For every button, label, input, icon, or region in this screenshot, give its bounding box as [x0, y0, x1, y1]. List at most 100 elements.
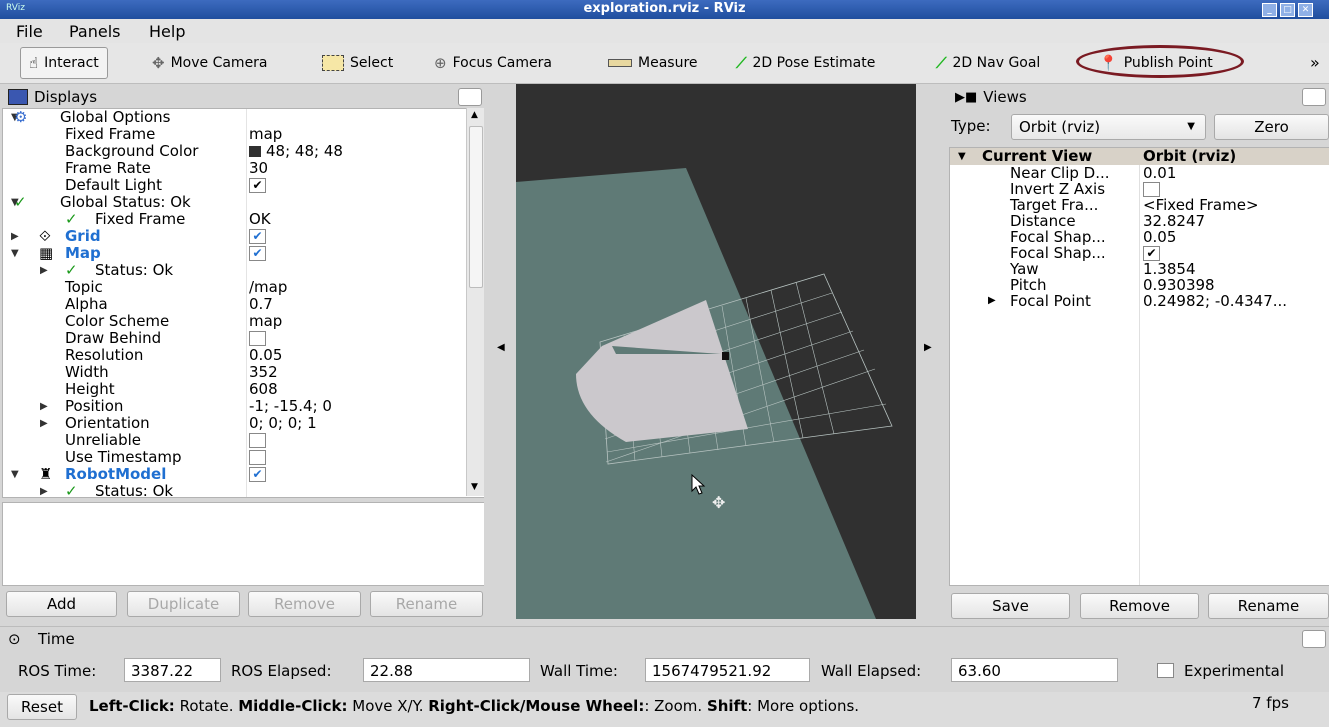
nav-goal-tool-button[interactable]: ⟋ 2D Nav Goal — [936, 52, 1040, 74]
view-property-checkbox[interactable]: ✔ — [1143, 246, 1160, 261]
display-row[interactable]: ▶ Orientation 0; 0; 0; 1 — [3, 415, 467, 432]
ros-time-field[interactable]: 3387.22 — [124, 658, 221, 682]
wall-time-field[interactable]: 1567479521.92 — [645, 658, 810, 682]
save-view-button[interactable]: Save — [951, 593, 1070, 619]
toolbar-overflow-button[interactable]: » — [1310, 53, 1320, 72]
display-row[interactable]: ▼ ▦ Map ✔ — [3, 245, 467, 262]
display-row[interactable]: ▼ ♜ RobotModel ✔ — [3, 466, 467, 483]
view-property-row[interactable]: Pitch 0.930398 — [950, 277, 1329, 293]
experimental-checkbox[interactable] — [1157, 663, 1174, 678]
scene-render[interactable]: ✥ — [516, 84, 916, 619]
nav-goal-label: 2D Nav Goal — [952, 55, 1041, 71]
display-checkbox[interactable] — [249, 433, 266, 448]
display-row-value[interactable] — [249, 330, 266, 347]
display-row[interactable]: ▼ ✓ Global Status: Ok — [3, 194, 467, 211]
displays-float-button[interactable] — [458, 88, 482, 106]
3d-viewport[interactable]: ✥ — [516, 84, 916, 619]
menu-file[interactable]: File — [16, 22, 43, 41]
view-property-checkbox[interactable] — [1143, 182, 1160, 197]
display-row[interactable]: ▼ ⚙ Global Options — [3, 109, 467, 126]
expand-arrow-icon[interactable]: ▶ — [11, 228, 19, 245]
display-row[interactable]: ✓ Fixed Frame OK — [3, 211, 467, 228]
expand-arrow-icon[interactable]: ▶ — [40, 398, 48, 415]
display-checkbox[interactable] — [249, 331, 266, 346]
menu-help[interactable]: Help — [149, 22, 185, 41]
display-row[interactable]: ▶ ⟐ Grid ✔ — [3, 228, 467, 245]
displays-scroll-thumb[interactable] — [469, 126, 483, 288]
display-row-value[interactable]: ✔ — [249, 466, 266, 483]
rename-view-button[interactable]: Rename — [1208, 593, 1329, 619]
display-row[interactable]: Default Light ✔ — [3, 177, 467, 194]
display-row[interactable]: Draw Behind — [3, 330, 467, 347]
reset-button[interactable]: Reset — [7, 694, 77, 720]
view-type-select[interactable]: Orbit (rviz) ▼ — [1011, 114, 1206, 140]
time-float-button[interactable] — [1302, 630, 1326, 648]
display-row[interactable]: ▶ Position -1; -15.4; 0 — [3, 398, 467, 415]
display-row[interactable]: Resolution 0.05 — [3, 347, 467, 364]
view-property-row[interactable]: ▶ Focal Point 0.24982; -0.4347... — [950, 293, 1329, 309]
select-tool-button[interactable]: Select — [322, 52, 393, 74]
move-camera-tool-button[interactable]: ✥ Move Camera — [152, 52, 268, 74]
right-dock-toggle[interactable]: ▶ — [916, 84, 946, 619]
display-checkbox[interactable]: ✔ — [249, 246, 266, 261]
display-row[interactable]: Unreliable — [3, 432, 467, 449]
display-row[interactable]: Alpha 0.7 — [3, 296, 467, 313]
display-row[interactable]: Width 352 — [3, 364, 467, 381]
display-row-value[interactable]: ✔ — [249, 228, 266, 245]
display-row[interactable]: Color Scheme map — [3, 313, 467, 330]
remove-display-button[interactable]: Remove — [248, 591, 361, 617]
displays-tree[interactable]: ▼ ⚙ Global Options Fixed Frame map Background… — [2, 108, 485, 498]
expand-arrow-icon[interactable]: ▼ — [11, 245, 19, 262]
interact-tool-button[interactable]: ☝ Interact — [20, 47, 108, 79]
display-checkbox[interactable] — [249, 450, 266, 465]
display-row[interactable]: Frame Rate 30 — [3, 160, 467, 177]
remove-view-button[interactable]: Remove — [1080, 593, 1199, 619]
expand-arrow-icon[interactable]: ▶ — [40, 262, 48, 279]
robot-marker — [722, 352, 729, 360]
duplicate-display-button[interactable]: Duplicate — [127, 591, 240, 617]
focus-camera-tool-button[interactable]: ⊕ Focus Camera — [434, 52, 552, 74]
display-row[interactable]: Height 608 — [3, 381, 467, 398]
wall-elapsed-field[interactable]: 63.60 — [951, 658, 1118, 682]
display-checkbox[interactable]: ✔ — [249, 178, 266, 193]
add-display-button[interactable]: Add — [6, 591, 117, 617]
left-dock-toggle[interactable]: ◀ — [484, 84, 516, 619]
view-property-row[interactable]: Target Fra... <Fixed Frame> — [950, 197, 1329, 213]
display-row-value[interactable]: ✔ — [249, 245, 266, 262]
view-property-row[interactable]: Focal Shap... ✔ — [950, 245, 1329, 261]
view-property-row[interactable]: Invert Z Axis — [950, 181, 1329, 197]
display-row[interactable]: ▶ ✓ Status: Ok — [3, 483, 467, 498]
views-tree[interactable]: ▼ Current View Orbit (rviz) Near Clip D.… — [949, 147, 1329, 586]
expand-arrow-icon[interactable]: ▶ — [988, 293, 996, 309]
display-row[interactable]: Use Timestamp — [3, 449, 467, 466]
expand-arrow-icon[interactable]: ▶ — [40, 415, 48, 432]
ros-elapsed-field[interactable]: 22.88 — [363, 658, 530, 682]
color-swatch[interactable] — [249, 146, 261, 157]
view-property-row[interactable]: Near Clip D... 0.01 — [950, 165, 1329, 181]
display-row[interactable]: ▶ ✓ Status: Ok — [3, 262, 467, 279]
zero-view-button[interactable]: Zero — [1214, 114, 1329, 140]
views-float-button[interactable] — [1302, 88, 1326, 106]
pose-estimate-tool-button[interactable]: ⟋ 2D Pose Estimate — [736, 52, 875, 74]
display-row-value[interactable] — [249, 432, 266, 449]
display-row[interactable]: Background Color 48; 48; 48 — [3, 143, 467, 160]
close-icon[interactable]: ✕ — [1298, 3, 1313, 17]
expand-arrow-icon[interactable]: ▼ — [11, 466, 19, 483]
display-row-value[interactable]: ✔ — [249, 177, 266, 194]
display-row-value[interactable] — [249, 449, 266, 466]
menu-panels[interactable]: Panels — [69, 22, 121, 41]
minimize-icon[interactable]: _ — [1262, 3, 1277, 17]
view-property-row[interactable]: Distance 32.8247 — [950, 213, 1329, 229]
display-checkbox[interactable]: ✔ — [249, 229, 266, 244]
maximize-icon[interactable]: □ — [1280, 3, 1295, 17]
view-property-row[interactable]: Yaw 1.3854 — [950, 261, 1329, 277]
view-property-row[interactable]: Focal Shap... 0.05 — [950, 229, 1329, 245]
current-view-row[interactable]: ▼ Current View Orbit (rviz) — [950, 148, 1329, 165]
measure-tool-button[interactable]: Measure — [608, 52, 698, 74]
rename-display-button[interactable]: Rename — [370, 591, 483, 617]
display-row[interactable]: Fixed Frame map — [3, 126, 467, 143]
displays-scrollbar[interactable]: ▲ ▼ — [466, 108, 484, 496]
display-row[interactable]: Topic/map — [3, 279, 467, 296]
display-checkbox[interactable]: ✔ — [249, 467, 266, 482]
expand-arrow-icon[interactable]: ▶ — [40, 483, 48, 497]
